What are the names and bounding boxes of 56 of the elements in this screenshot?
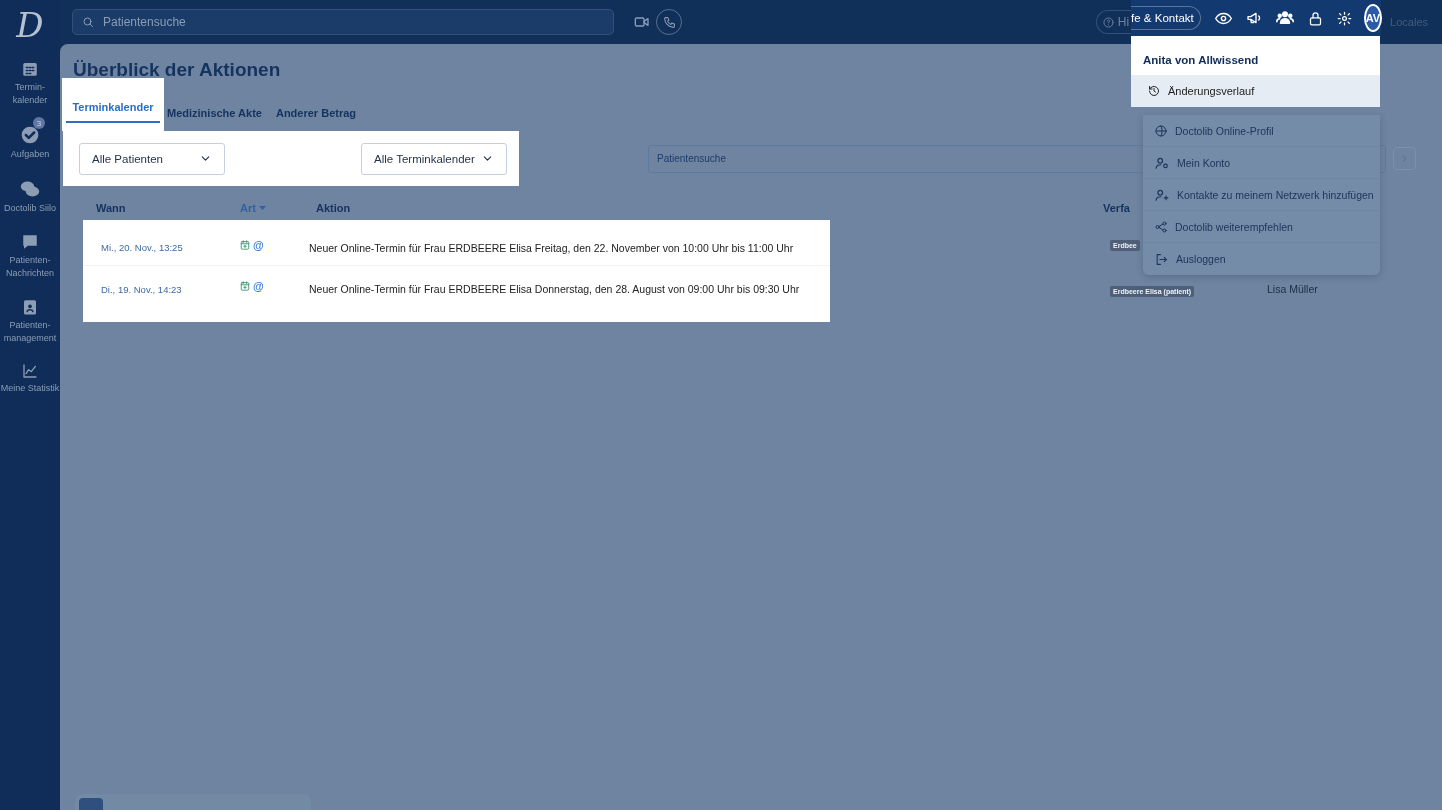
menu-item[interactable]: Doctolib Online-Profil <box>1143 115 1380 147</box>
menu-item[interactable]: Doctolib weiterempfehlen <box>1143 211 1380 243</box>
sidebar-item[interactable]: Patienten- Nachrichten <box>6 254 54 280</box>
page-title: Überblick der Aktionen <box>73 58 281 82</box>
menu-item[interactable]: Ausloggen <box>1143 243 1380 275</box>
dropdown[interactable]: Alle Patienten <box>79 142 225 175</box>
search-field[interactable]: Patientensuche <box>72 9 614 35</box>
tab[interactable]: Medizinische Akte <box>166 107 263 131</box>
sidebar-item[interactable]: Meine Statistik <box>0 382 60 395</box>
calendar-plus-icon <box>240 281 250 291</box>
user-gear-icon <box>1155 155 1169 170</box>
help-contact-button[interactable]: fe & Kontakt <box>1131 6 1201 30</box>
user-name: Anita von Allwissend <box>1131 36 1380 75</box>
lock-icon <box>1307 10 1323 26</box>
online-symbol: @ <box>253 280 264 292</box>
column-header: Wann <box>95 202 127 214</box>
help-icon <box>1102 16 1114 28</box>
clipboard-person-icon <box>21 298 39 316</box>
sidebar-item[interactable]: Patienten- management <box>3 319 57 345</box>
column-header: Aktion <box>316 202 352 214</box>
dropdown[interactable]: Alle Terminkalender <box>361 142 507 175</box>
speech-bubble-icon <box>21 233 39 251</box>
date-cell-text: Di., 19. Nov., 14:23 <box>100 283 183 295</box>
sort-caret-icon <box>258 206 266 210</box>
check-circle-icon <box>20 125 40 145</box>
calendar-icon <box>21 60 39 78</box>
menu-item[interactable]: Kontakte zu meinem Netzwerk hinzufügen <box>1143 179 1380 211</box>
action-cell: Neuer Online-Termin für Frau ERDBEERE Elisa Freitag, den 22. November von 10:00 Uhr bis 11:00 Uhr <box>309 241 794 254</box>
sidebar-item[interactable]: Aufgaben <box>10 148 50 161</box>
chat-bubbles-icon <box>20 179 40 199</box>
people-icon <box>1275 9 1294 27</box>
line-chart-icon <box>22 363 38 379</box>
author-cell: Lisa Müller <box>1267 283 1318 295</box>
globe-icon <box>1155 124 1167 137</box>
tab[interactable]: Anderer Betrag <box>274 107 358 131</box>
sidebar-item[interactable]: Doctolib Siilo <box>4 202 56 215</box>
logout-icon <box>1155 252 1168 266</box>
share-icon <box>1155 220 1167 233</box>
video-camera-icon <box>634 14 650 30</box>
menu-item[interactable]: Änderungsverlauf <box>1131 75 1380 107</box>
online-symbol: @ <box>253 238 264 251</box>
phone-icon <box>662 15 676 29</box>
menu-item[interactable]: Mein Konto <box>1143 147 1380 179</box>
megaphone-icon <box>1245 10 1262 26</box>
user-avatar[interactable]: AV <box>1363 4 1383 32</box>
action-cell: Neuer Online-Termin für Frau ERDBEERE Elisa Donnerstag, den 28. August von 09:00 Uhr bis 09:30 Uhr <box>309 283 800 295</box>
sidebar-item[interactable]: Termin- kalender <box>12 81 48 107</box>
settings-icon <box>1336 10 1352 26</box>
search-icon <box>82 16 94 28</box>
user-plus-icon <box>1155 187 1169 202</box>
date-cell-text: Mi., 20. Nov., 13:25 <box>100 242 184 253</box>
logo[interactable]: D <box>16 8 44 42</box>
column-header: Verfa <box>1103 202 1130 214</box>
count-badge: 3 <box>33 117 45 129</box>
history-icon <box>1148 85 1160 97</box>
calendar-plus-icon <box>240 239 250 250</box>
